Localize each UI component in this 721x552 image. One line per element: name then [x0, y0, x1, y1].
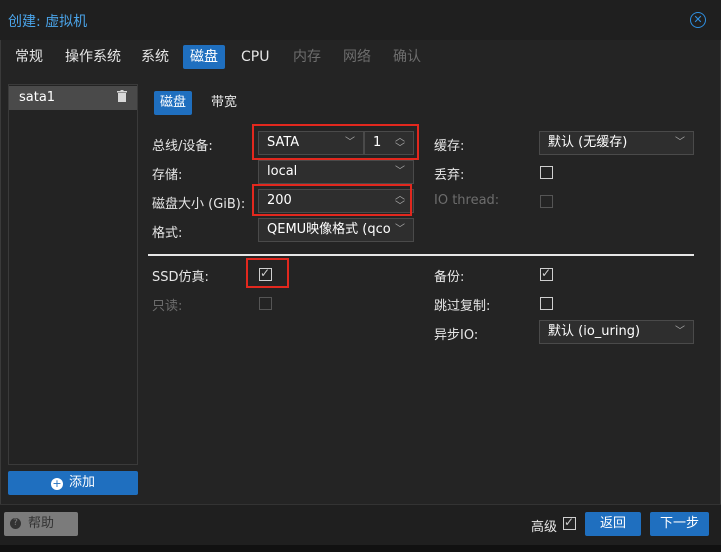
- backup-label: 备份:: [434, 270, 465, 285]
- chevron-down-icon: ﹀: [675, 326, 685, 337]
- tab-disks[interactable]: 磁盘: [183, 45, 225, 69]
- async-io-value: 默认 (io_uring): [548, 324, 641, 339]
- subtab-bandwidth[interactable]: 带宽: [205, 91, 243, 115]
- disk-size-label: 磁盘大小 (GiB):: [152, 197, 246, 212]
- title-bar: [0, 0, 721, 40]
- subtab-disk[interactable]: 磁盘: [154, 91, 193, 115]
- skip-replication-checkbox[interactable]: [540, 297, 553, 310]
- discard-label: 丢弃:: [434, 168, 465, 183]
- skip-replication-label: 跳过复制:: [434, 299, 491, 314]
- async-io-select[interactable]: 默认 (io_uring) ﹀: [539, 320, 694, 344]
- tab-os[interactable]: 操作系统: [58, 45, 128, 69]
- chevron-down-icon: ﹀: [675, 137, 685, 148]
- section-divider: [148, 254, 694, 256]
- close-icon[interactable]: ✕: [690, 12, 706, 28]
- add-disk-label: 添加: [68, 475, 95, 490]
- tab-memory: 内存: [293, 49, 321, 65]
- bus-label: 总线/设备:: [152, 139, 213, 154]
- advanced-checkbox[interactable]: [563, 515, 576, 530]
- readonly-checkbox: [259, 297, 272, 310]
- back-button[interactable]: 返回: [585, 512, 641, 536]
- trash-icon[interactable]: [117, 90, 127, 102]
- next-button[interactable]: 下一步: [650, 512, 709, 536]
- cache-label: 缓存:: [434, 139, 465, 154]
- cache-value: 默认 (无缓存): [548, 135, 628, 150]
- ssd-highlight-box: [246, 258, 289, 288]
- storage-select[interactable]: local ﹀: [258, 160, 414, 184]
- backup-checkbox[interactable]: [540, 266, 553, 281]
- tab-network: 网络: [343, 49, 371, 65]
- format-value: QEMU映像格式 (qco: [267, 222, 391, 237]
- help-label: 帮助: [28, 516, 55, 531]
- tab-cpu[interactable]: CPU: [234, 45, 276, 69]
- bus-highlight-box: [252, 124, 419, 160]
- disk-item-label: sata1: [19, 90, 56, 105]
- chevron-down-icon: ﹀: [395, 166, 405, 177]
- disk-list-item[interactable]: sata1: [9, 86, 137, 110]
- iothread-label: IO thread:: [434, 193, 500, 208]
- format-label: 格式:: [152, 226, 183, 241]
- iothread-checkbox: [540, 195, 553, 208]
- size-highlight-box: [252, 184, 412, 216]
- format-select[interactable]: QEMU映像格式 (qco ﹀: [258, 218, 414, 242]
- advanced-label: 高级: [531, 520, 558, 535]
- cache-select[interactable]: 默认 (无缓存) ﹀: [539, 131, 694, 155]
- async-io-label: 异步IO:: [434, 328, 479, 343]
- plus-circle-icon: +: [50, 477, 63, 490]
- background-strip: [0, 545, 721, 552]
- add-disk-button[interactable]: + 添加: [8, 471, 138, 495]
- chevron-down-icon: ﹀: [395, 219, 405, 241]
- dialog-title: 创建: 虚拟机: [8, 14, 88, 30]
- ssd-emulation-label: SSD仿真:: [152, 270, 209, 285]
- disk-list: [8, 84, 138, 465]
- tab-confirm: 确认: [393, 49, 421, 65]
- storage-value: local: [267, 164, 298, 179]
- storage-label: 存储:: [152, 168, 183, 183]
- help-button[interactable]: ? 帮助: [4, 512, 78, 536]
- readonly-label: 只读:: [152, 299, 183, 314]
- tab-general[interactable]: 常规: [8, 45, 50, 69]
- discard-checkbox[interactable]: [540, 166, 553, 179]
- tab-system[interactable]: 系统: [134, 45, 176, 69]
- question-circle-icon: ?: [10, 518, 21, 529]
